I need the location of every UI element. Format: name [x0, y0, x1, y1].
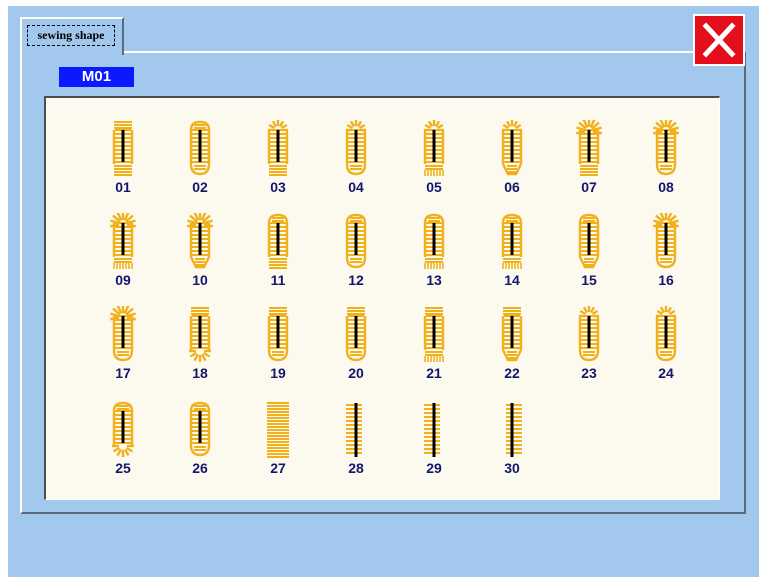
sewing-shape-icon [346, 403, 362, 457]
shape-number: 23 [581, 365, 597, 381]
shape-09[interactable]: 09 [93, 201, 153, 293]
shape-29[interactable]: 29 [404, 389, 464, 481]
shape-02[interactable]: 02 [170, 108, 230, 200]
shape-14[interactable]: 14 [482, 201, 542, 293]
sewing-shape-icon [112, 121, 134, 176]
sewing-shape-icon [652, 120, 680, 176]
sewing-shape-icon [267, 213, 289, 269]
sewing-shape-icon [112, 401, 134, 457]
shape-number: 01 [115, 179, 131, 195]
shape-15[interactable]: 15 [559, 201, 619, 293]
sewing-shape-icon [189, 401, 211, 457]
shape-07[interactable]: 07 [559, 108, 619, 200]
sewing-shape-icon [424, 403, 440, 457]
shape-number: 11 [270, 272, 286, 288]
shape-number: 18 [192, 365, 208, 381]
shape-19[interactable]: 19 [248, 294, 308, 386]
sewing-shape-icon [506, 403, 522, 457]
shape-number: 25 [115, 460, 131, 476]
shape-03[interactable]: 03 [248, 108, 308, 200]
sewing-shape-icon [189, 307, 211, 362]
shape-26[interactable]: 26 [170, 389, 230, 481]
close-icon [702, 22, 736, 58]
shape-18[interactable]: 18 [170, 294, 230, 386]
sewing-shape-icon [501, 307, 523, 362]
shape-24[interactable]: 24 [636, 294, 696, 386]
sewing-shape-icon [423, 120, 445, 176]
shape-number: 12 [348, 272, 364, 288]
shape-08[interactable]: 08 [636, 108, 696, 200]
shape-30[interactable]: 30 [482, 389, 542, 481]
shape-22[interactable]: 22 [482, 294, 542, 386]
shape-25[interactable]: 25 [93, 389, 153, 481]
sewing-shape-icon [423, 213, 445, 269]
sewing-shape-icon [501, 120, 523, 176]
shape-number: 02 [192, 179, 208, 195]
shape-number: 17 [115, 365, 131, 381]
shape-number: 19 [270, 365, 286, 381]
shape-04[interactable]: 04 [326, 108, 386, 200]
shape-01[interactable]: 01 [93, 108, 153, 200]
shape-10[interactable]: 10 [170, 201, 230, 293]
shape-grid: 01 02 03 04 05 06 07 08 09 10 11 12 13 14 15 16 17 18 19 20… [44, 96, 720, 500]
sewing-shape-icon [423, 307, 445, 362]
shape-number: 20 [348, 365, 364, 381]
shape-number: 30 [504, 460, 520, 476]
shape-number: 28 [348, 460, 364, 476]
shape-23[interactable]: 23 [559, 294, 619, 386]
shape-number: 05 [426, 179, 442, 195]
shape-05[interactable]: 05 [404, 108, 464, 200]
shape-06[interactable]: 06 [482, 108, 542, 200]
sewing-shape-icon [189, 120, 211, 176]
sewing-shape-icon [575, 120, 603, 176]
sewing-shape-icon [109, 213, 137, 269]
shape-number: 24 [658, 365, 674, 381]
sewing-shape-icon [186, 213, 214, 269]
shape-number: 06 [504, 179, 520, 195]
sewing-shape-icon [655, 306, 677, 362]
shape-number: 07 [581, 179, 597, 195]
shape-number: 22 [504, 365, 520, 381]
sewing-shape-icon [652, 213, 680, 269]
shape-number: 04 [348, 179, 364, 195]
tab-sewing-shape[interactable]: sewing shape [20, 17, 124, 55]
shape-number: 29 [426, 460, 442, 476]
shape-16[interactable]: 16 [636, 201, 696, 293]
shape-28[interactable]: 28 [326, 389, 386, 481]
sewing-shape-icon [501, 213, 523, 269]
shape-12[interactable]: 12 [326, 201, 386, 293]
shape-number: 14 [504, 272, 520, 288]
shape-20[interactable]: 20 [326, 294, 386, 386]
shape-27[interactable]: 27 [248, 389, 308, 481]
sewing-shape-icon [345, 213, 367, 269]
shape-number: 08 [658, 179, 674, 195]
close-button[interactable] [693, 14, 745, 66]
sewing-shape-icon [578, 306, 600, 362]
shape-number: 27 [270, 460, 286, 476]
shape-number: 09 [115, 272, 131, 288]
sewing-shape-icon [578, 213, 600, 269]
sewing-shape-icon [345, 307, 367, 362]
shape-number: 13 [426, 272, 442, 288]
shape-number: 15 [581, 272, 597, 288]
sewing-shape-icon [267, 120, 289, 176]
shape-13[interactable]: 13 [404, 201, 464, 293]
shape-21[interactable]: 21 [404, 294, 464, 386]
tab-sewing-shape-label: sewing shape [27, 25, 115, 46]
shape-number: 03 [270, 179, 286, 195]
shape-number: 26 [192, 460, 208, 476]
sewing-shape-icon [267, 402, 289, 458]
sewing-shape-icon [267, 307, 289, 362]
shape-number: 21 [426, 365, 442, 381]
shape-17[interactable]: 17 [93, 294, 153, 386]
mode-indicator: M01 [59, 67, 134, 87]
shape-number: 10 [192, 272, 208, 288]
sewing-shape-icon [109, 306, 137, 362]
sewing-shape-icon [345, 120, 367, 176]
shape-11[interactable]: 11 [248, 201, 308, 293]
shape-number: 16 [658, 272, 674, 288]
